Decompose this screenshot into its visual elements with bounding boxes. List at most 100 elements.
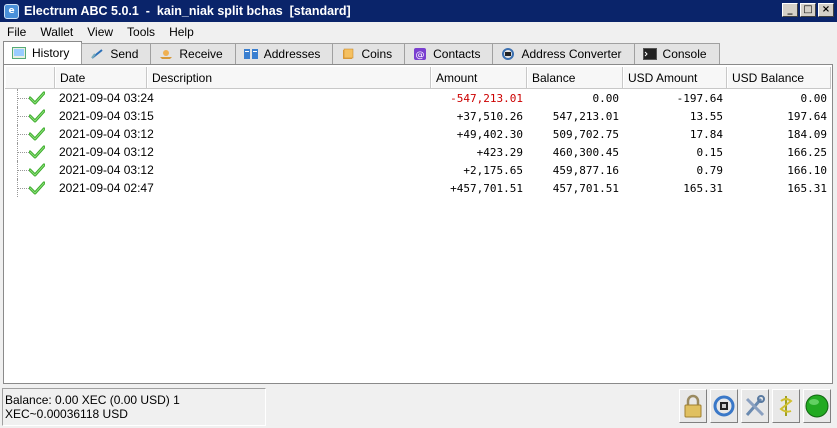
tab-history-label: History	[32, 46, 70, 60]
tab-send[interactable]: Send	[81, 43, 152, 64]
menu-wallet[interactable]: Wallet	[33, 25, 80, 39]
tree-branch	[17, 134, 29, 135]
table-row[interactable]: 2021-09-04 03:12 +423.29 460,300.45 0.15 166…	[5, 143, 831, 161]
menu-help[interactable]: Help	[162, 25, 201, 39]
window-controls: _ □ ×	[782, 3, 834, 17]
table-header: Date Description Amount Balance USD Amou…	[5, 67, 831, 89]
title-bar: e Electrum ABC 5.0.1 - kain_niak split b…	[0, 0, 837, 22]
confirmed-check-icon	[29, 127, 45, 141]
column-header-description[interactable]: Description	[147, 67, 431, 88]
usd-balance-cell: 197.64	[787, 109, 827, 123]
status-cell	[5, 89, 55, 107]
confirmed-check-icon	[29, 145, 45, 159]
confirmed-check-icon	[29, 91, 45, 105]
status-cell	[5, 161, 55, 179]
balance-cell: 459,877.16	[552, 163, 619, 177]
amount-cell: -547,213.01	[450, 91, 523, 105]
status-cell	[5, 125, 55, 143]
tab-address-converter[interactable]: Address Converter	[492, 43, 635, 64]
usd-balance-cell: 0.00	[800, 91, 828, 105]
usd-amount-cell: -197.64	[676, 91, 723, 105]
table-row[interactable]: 2021-09-04 03:15 +37,510.26 547,213.01 13.5…	[5, 107, 831, 125]
tools-icon	[745, 395, 765, 417]
balance-cell: 460,300.45	[552, 145, 619, 159]
table-row[interactable]: 2021-09-04 03:24 -547,213.01 0.00 -197.64 0.…	[5, 89, 831, 107]
tab-addresses[interactable]: Addresses	[234, 43, 334, 64]
tab-address-converter-label: Address Converter	[521, 47, 622, 61]
tree-branch	[17, 116, 29, 117]
usd-amount-cell: 0.79	[696, 163, 724, 177]
preferences-button[interactable]	[710, 389, 738, 423]
receive-icon	[160, 50, 173, 59]
column-header-date[interactable]: Date	[55, 67, 147, 88]
status-bar: Balance: 0.00 XEC (0.00 USD) 1 XEC~0.000…	[0, 386, 837, 428]
date-cell: 2021-09-04 03:24	[59, 91, 154, 105]
tab-coins-label: Coins	[361, 47, 393, 61]
addresses-icon	[243, 49, 258, 59]
tab-contacts-label: Contacts	[433, 47, 481, 61]
confirmed-check-icon	[29, 163, 45, 177]
table-row[interactable]: 2021-09-04 02:47 +457,701.51 457,701.51 165…	[5, 179, 831, 197]
table-row[interactable]: 2021-09-04 03:12 +2,175.65 459,877.16 0.79 1…	[5, 161, 831, 179]
close-button[interactable]: ×	[818, 3, 834, 17]
balance-cell: 0.00	[592, 91, 620, 105]
column-header-amount[interactable]: Amount	[431, 67, 527, 88]
balance-cell: 509,702.75	[552, 127, 619, 141]
tab-receive[interactable]: Receive	[150, 43, 236, 64]
usd-balance-cell: 165.31	[787, 181, 827, 195]
minimize-button[interactable]: _	[782, 3, 798, 17]
history-table: Date Description Amount Balance USD Amou…	[5, 67, 831, 197]
network-status-icon	[805, 394, 829, 418]
tree-branch	[17, 152, 29, 153]
tab-history[interactable]: History	[3, 41, 83, 64]
usd-amount-cell: 0.15	[696, 145, 724, 159]
menu-tools[interactable]: Tools	[120, 25, 162, 39]
amount-cell: +457,701.51	[450, 181, 523, 195]
column-header-status[interactable]	[5, 67, 55, 88]
network-status-button[interactable]	[803, 389, 831, 423]
tab-receive-label: Receive	[179, 47, 223, 61]
menu-view[interactable]: View	[80, 25, 120, 39]
date-cell: 2021-09-04 02:47	[59, 181, 154, 195]
send-icon	[91, 49, 103, 59]
tab-coins[interactable]: Coins	[332, 43, 406, 64]
seed-button[interactable]	[772, 389, 800, 423]
column-header-usd-balance[interactable]: USD Balance	[727, 67, 831, 88]
tab-contacts[interactable]: @ Contacts	[404, 43, 494, 64]
tab-console[interactable]: Console	[633, 43, 720, 64]
window-title: Electrum ABC 5.0.1 - kain_niak split bch…	[24, 4, 351, 18]
tree-branch	[17, 170, 29, 171]
menu-file[interactable]: File	[0, 25, 33, 39]
tab-send-label: Send	[110, 47, 139, 61]
menu-bar: File Wallet View Tools Help	[0, 22, 837, 41]
usd-amount-cell: 17.84	[689, 127, 723, 141]
status-buttons	[679, 389, 831, 423]
lock-icon	[684, 394, 702, 418]
coins-icon	[343, 48, 354, 59]
column-header-usd-amount[interactable]: USD Amount	[623, 67, 727, 88]
balance-cell: 457,701.51	[552, 181, 619, 195]
address-converter-icon	[502, 48, 515, 60]
history-panel: Date Description Amount Balance USD Amou…	[3, 64, 833, 384]
electrum-app-icon: e	[4, 3, 19, 19]
confirmed-check-icon	[29, 181, 45, 195]
contacts-icon: @	[414, 48, 427, 60]
tools-button[interactable]	[741, 389, 769, 423]
confirmed-check-icon	[29, 109, 45, 123]
maximize-button[interactable]: □	[800, 3, 816, 17]
amount-cell: +37,510.26	[456, 109, 523, 123]
table-body: 2021-09-04 03:24 -547,213.01 0.00 -197.64 0.…	[5, 89, 831, 197]
table-row[interactable]: 2021-09-04 03:12 +49,402.30 509,702.75 17.8…	[5, 125, 831, 143]
lock-button[interactable]	[679, 389, 707, 423]
date-cell: 2021-09-04 03:15	[59, 109, 154, 123]
amount-cell: +49,402.30	[456, 127, 523, 141]
usd-balance-cell: 166.10	[787, 163, 827, 177]
tab-addresses-label: Addresses	[263, 47, 321, 61]
amount-cell: +2,175.65	[463, 163, 523, 177]
date-cell: 2021-09-04 03:12	[59, 127, 154, 141]
column-header-balance[interactable]: Balance	[527, 67, 623, 88]
seed-icon	[779, 396, 793, 416]
tree-branch	[17, 188, 29, 189]
status-cell	[5, 179, 55, 197]
date-cell: 2021-09-04 03:12	[59, 163, 154, 177]
